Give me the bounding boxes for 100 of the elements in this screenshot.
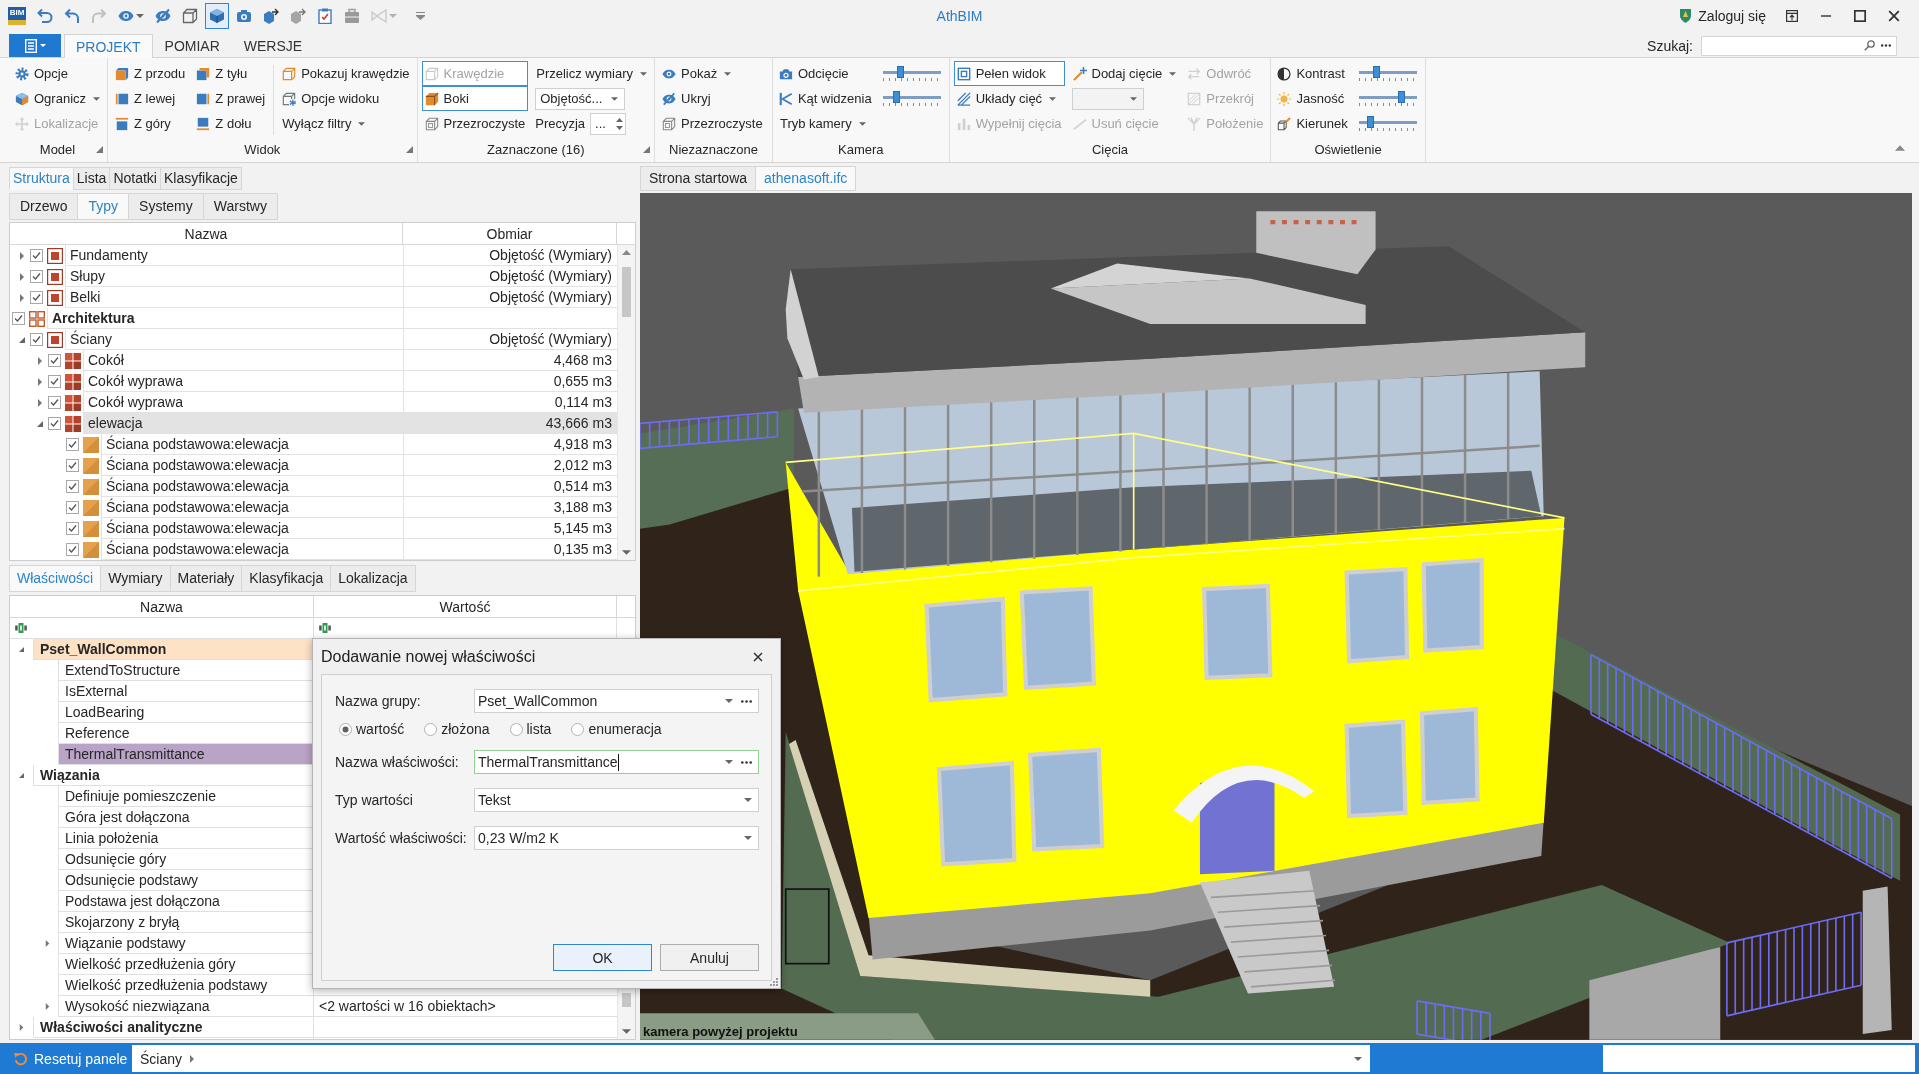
document-tab[interactable]: Strona startowa (640, 166, 757, 191)
tree-row[interactable]: Ściany Objętość (Wymiary) (65, 329, 617, 350)
caret-right-icon[interactable] (20, 251, 24, 260)
caret-down-icon[interactable] (744, 798, 752, 802)
property-name-cell[interactable]: Wysokość niezwiązana (58, 996, 313, 1017)
panel-tab[interactable]: Właściwości (9, 565, 102, 592)
panel-tab[interactable]: Warstwy (202, 193, 278, 220)
caret-right-icon[interactable] (38, 377, 42, 386)
ribbon-button[interactable]: Boki (421, 86, 529, 111)
window-arrow-icon[interactable] (1786, 10, 1798, 22)
tree-row[interactable]: Belki Objętość (Wymiary) (65, 287, 617, 308)
ribbon-button[interactable]: Ogranicz (12, 86, 104, 111)
checkbox[interactable] (66, 501, 79, 514)
caret-up-icon[interactable] (622, 250, 631, 255)
ribbon-button[interactable]: Przezroczyste (421, 111, 529, 136)
file-menu-button[interactable] (9, 34, 61, 57)
breadcrumb-item[interactable]: Ściany (140, 1050, 183, 1067)
ribbon-tab[interactable]: WERSJE (231, 34, 315, 57)
login-button[interactable]: Zaloguj się (1674, 5, 1771, 27)
caret-right-icon[interactable] (38, 398, 42, 407)
slider-thumb[interactable] (1373, 66, 1380, 78)
breadcrumb-field[interactable]: Ściany (132, 1045, 1370, 1072)
auto-filter-icon[interactable] (14, 623, 28, 633)
panel-tab[interactable]: Wymiary (100, 565, 171, 592)
maximize-icon[interactable] (1854, 10, 1866, 22)
ribbon-button[interactable]: Układy cięć (953, 86, 1065, 111)
checkbox[interactable] (12, 312, 25, 325)
ribbon-button[interactable]: Z prawej (193, 86, 269, 111)
scrollbar[interactable] (617, 245, 635, 560)
ribbon-tab[interactable]: PROJEKT (64, 34, 153, 58)
tree-row[interactable]: Słupy Objętość (Wymiary) (65, 266, 617, 287)
radio-option[interactable]: lista (509, 721, 552, 737)
dialog-launcher-icon[interactable] (96, 146, 104, 153)
caret-right-icon[interactable] (45, 1003, 50, 1010)
ribbon-button[interactable]: Pełen widok (953, 61, 1065, 86)
search-field[interactable] (1701, 35, 1897, 56)
tree-row[interactable]: Ściana podstawowa:elewacja 3,188 m3 (101, 497, 617, 518)
close-icon[interactable] (753, 651, 763, 662)
dialog-button[interactable]: Anuluj (660, 944, 759, 971)
checkbox[interactable] (48, 417, 61, 430)
caret-right-icon[interactable] (20, 293, 24, 302)
slider-thumb[interactable] (892, 91, 900, 103)
panel-tab[interactable]: Struktura (9, 167, 74, 190)
caret-down-right-icon[interactable] (19, 336, 25, 343)
slider-thumb[interactable] (1366, 116, 1374, 128)
resize-grip-icon[interactable] (770, 978, 778, 986)
tree-row[interactable]: Cokół wyprawa 0,655 m3 (83, 371, 617, 392)
property-name-cell[interactable]: ThermalTransmittance (58, 744, 313, 765)
search-icon[interactable] (1864, 40, 1875, 51)
dropdown-field[interactable]: Objętość... (535, 87, 626, 110)
caret-down-icon[interactable] (744, 836, 752, 840)
ribbon-button[interactable]: Opcje widoku (279, 86, 413, 111)
checkbox[interactable] (48, 354, 61, 367)
spinner-field[interactable]: ... (590, 112, 627, 135)
property-group-label[interactable]: Właściwości analityczne (33, 1017, 313, 1038)
ribbon-button[interactable]: Z lewej (112, 86, 189, 111)
caret-down-right-icon[interactable] (37, 420, 43, 427)
dialog-launcher-icon[interactable] (405, 146, 413, 153)
panel-tab[interactable]: Notatki (109, 167, 161, 190)
ribbon-button[interactable]: Przezroczyste (659, 111, 766, 136)
tree-row[interactable]: elewacja 43,666 m3 (83, 413, 617, 434)
panel-tab[interactable]: Lista (72, 167, 111, 190)
panel-tab[interactable]: Materiały (169, 565, 243, 592)
checkbox[interactable] (66, 480, 79, 493)
checkbox[interactable] (30, 291, 43, 304)
caret-down-right-icon[interactable] (19, 772, 24, 779)
checkbox[interactable] (30, 333, 43, 346)
close-icon[interactable] (1888, 10, 1900, 22)
radio-option[interactable]: enumeracja (571, 721, 662, 737)
caret-right-icon[interactable] (190, 1054, 195, 1063)
tree-row[interactable]: Cokół 4,468 m3 (83, 350, 617, 371)
scrollbar-thumb[interactable] (622, 993, 631, 1007)
caret-down-icon[interactable] (725, 760, 733, 764)
ribbon-button[interactable]: Pokazuj krawędzie (279, 61, 413, 86)
checkbox[interactable] (30, 270, 43, 283)
panel-tab[interactable]: Klasyfikacje (159, 167, 242, 190)
caret-down-icon[interactable] (622, 550, 631, 555)
checkbox[interactable] (48, 396, 61, 409)
dialog-button[interactable]: OK (553, 944, 652, 971)
panel-tab[interactable]: Systemy (128, 193, 204, 220)
app-logo[interactable]: BIM (8, 7, 26, 25)
caret-right-icon[interactable] (19, 1024, 24, 1031)
auto-filter-icon[interactable] (318, 623, 332, 633)
radio-option[interactable]: złożona (424, 721, 490, 737)
reset-panels-button[interactable]: Resetuj panele (0, 1045, 132, 1072)
building-model-drawing[interactable] (784, 211, 1586, 997)
tree-row[interactable]: Ściana podstawowa:elewacja 2,012 m3 (101, 455, 617, 476)
tree-row[interactable]: Ściana podstawowa:elewacja 4,918 m3 (101, 434, 617, 455)
ribbon-button[interactable]: Z dołu (193, 111, 269, 136)
property-name-cell[interactable]: Wielkość przedłużenia podstawy (58, 975, 313, 996)
combo-field[interactable]: Pset_WallCommon (474, 689, 759, 713)
caret-down-icon[interactable] (1354, 1056, 1362, 1061)
column-header[interactable]: Nazwa (10, 596, 314, 617)
column-header[interactable]: Obmiar (403, 223, 617, 244)
column-header[interactable]: Wartość (314, 596, 617, 617)
column-header[interactable]: Nazwa (10, 223, 403, 244)
toolbar-button[interactable] (205, 3, 229, 29)
caret-right-icon[interactable] (38, 356, 42, 365)
ellipsis-icon[interactable] (1881, 44, 1891, 47)
checkbox[interactable] (66, 543, 79, 556)
